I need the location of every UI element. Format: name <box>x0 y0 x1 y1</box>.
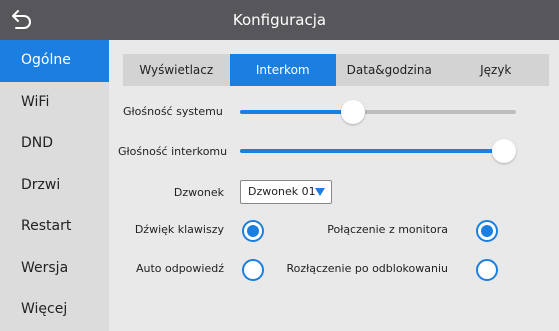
tab-display[interactable]: Wyświetlacz <box>123 54 230 86</box>
sidebar-item-wifi[interactable]: WiFi <box>0 82 109 124</box>
sidebar-item-restart[interactable]: Restart <box>0 206 109 248</box>
tab-bar: Wyświetlacz Interkom Data&godzina Język <box>123 54 549 86</box>
page-title: Konfiguracja <box>232 11 327 29</box>
slider-thumb[interactable] <box>341 100 366 124</box>
disconnect-after-unlock-toggle[interactable] <box>476 259 498 281</box>
system-volume-slider[interactable] <box>240 100 516 124</box>
tab-language[interactable]: Język <box>443 54 550 86</box>
ringtone-value: Dzwonek 01 <box>248 185 316 198</box>
title-bar: Konfiguracja <box>0 0 559 40</box>
sidebar: Ogólne WiFi DND Drzwi Restart Wersja Wię… <box>0 40 109 331</box>
ringtone-select[interactable]: Dzwonek 01 <box>240 180 332 204</box>
slider-thumb[interactable] <box>492 139 516 163</box>
radio-selected-dot <box>481 225 493 237</box>
intercom-volume-slider[interactable] <box>240 139 516 163</box>
sidebar-item-drzwi[interactable]: Drzwi <box>0 165 109 207</box>
monitor-connection-toggle[interactable] <box>476 220 498 242</box>
key-sound-label: Dźwięk klawiszy <box>134 223 224 236</box>
dropdown-arrow-icon <box>315 188 325 196</box>
intercom-volume-label: Głośność interkomu <box>118 145 228 158</box>
sidebar-item-ogolne[interactable]: Ogólne <box>0 40 109 82</box>
tab-intercom[interactable]: Interkom <box>229 54 336 86</box>
sidebar-item-wiecej[interactable]: Więcej <box>0 289 109 331</box>
sidebar-item-wersja[interactable]: Wersja <box>0 248 109 290</box>
system-volume-label: Głośność systemu <box>123 105 223 118</box>
auto-answer-label: Auto odpowiedź <box>135 262 224 275</box>
slider-fill <box>240 149 504 153</box>
radio-selected-dot <box>247 225 259 237</box>
sidebar-item-dnd[interactable]: DND <box>0 123 109 165</box>
ringtone-label: Dzwonek <box>173 186 224 199</box>
slider-fill <box>240 110 354 114</box>
monitor-connection-label: Połączenie z monitora <box>327 223 448 236</box>
tab-date-time[interactable]: Data&godzina <box>336 54 443 86</box>
key-sound-toggle[interactable] <box>242 220 264 242</box>
settings-panel: Wyświetlacz Interkom Data&godzina Język … <box>109 40 559 331</box>
auto-answer-toggle[interactable] <box>242 259 264 281</box>
disconnect-after-unlock-label: Rozłączenie po odblokowaniu <box>286 262 448 275</box>
